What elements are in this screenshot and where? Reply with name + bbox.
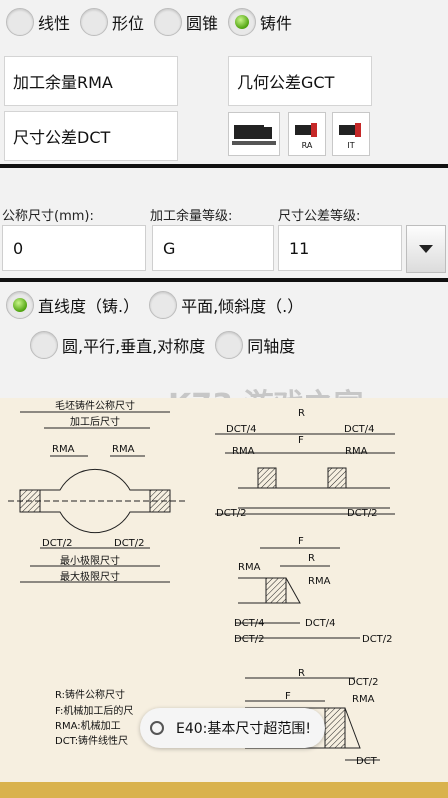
legend-r: R:铸件公称尺寸 — [55, 688, 125, 701]
label-dct4-mid-right: DCT/4 — [305, 618, 336, 629]
straightness-option[interactable]: 直线度（铸.） — [6, 291, 139, 319]
ra-tool-icon — [295, 122, 317, 137]
label-after-machining: 加工后尺寸 — [70, 415, 120, 428]
label-f-bottom: F — [285, 691, 291, 702]
it-tool-icon — [339, 122, 361, 137]
label-dct2-mid-right: DCT/2 — [362, 634, 393, 645]
label-min-limit: 最小极限尺寸 — [60, 554, 120, 567]
label-blank-nominal: 毛坯铸件公称尺寸 — [55, 399, 135, 412]
tab-label: 铸件 — [260, 14, 293, 33]
legend-rma: RMA:机械加工 — [55, 719, 121, 732]
divider — [0, 164, 448, 168]
tolerance-grade-dropdown[interactable] — [406, 225, 446, 273]
label-dct2-mid-left: DCT/2 — [234, 634, 265, 645]
flatness-option[interactable]: 平面,倾斜度（.） — [149, 291, 303, 319]
label-dct2-top-left: DCT/2 — [216, 508, 247, 519]
computer-icon — [232, 125, 276, 145]
app-icon — [150, 721, 164, 735]
label-r-bottom: R — [298, 668, 305, 679]
radio-indicator — [6, 8, 34, 36]
label-r-top: R — [298, 408, 305, 419]
radio-indicator — [30, 331, 58, 359]
legend-dct: DCT:铸件线性尺 — [55, 734, 128, 747]
option-label: 平面,倾斜度（.） — [181, 297, 304, 316]
radio-indicator — [80, 8, 109, 36]
geometric-tolerance-button[interactable]: 几何公差GCT — [228, 56, 372, 106]
label-dct4-left: DCT/4 — [226, 424, 257, 435]
divider — [0, 278, 448, 282]
label-rma-left: RMA — [52, 444, 75, 455]
label-rma-mid-right: RMA — [308, 576, 331, 587]
label-dct4-mid-left: DCT/4 — [234, 618, 265, 629]
bottom-bar — [0, 782, 448, 798]
label-f-top: F — [298, 435, 304, 446]
roundness-option[interactable]: 圆,平行,垂直,对称度 — [30, 331, 205, 359]
label-rma-right: RMA — [112, 444, 135, 455]
option-label: 圆,平行,垂直,对称度 — [62, 337, 206, 356]
option-label: 直线度（铸.） — [38, 297, 140, 316]
label-rma-mid-left: RMA — [238, 562, 261, 573]
tab-form-position[interactable]: 形位 — [80, 8, 144, 36]
radio-indicator — [149, 291, 178, 319]
toast-message: E40:基本尺寸超范围! — [176, 721, 311, 737]
tab-label: 线性 — [38, 14, 71, 33]
label-f-mid: F — [298, 536, 304, 547]
tab-linear[interactable]: 线性 — [6, 8, 70, 36]
tab-cone[interactable]: 圆锥 — [154, 8, 218, 36]
label-dct2-left: DCT/2 — [42, 538, 73, 549]
dimensional-tolerance-button[interactable]: 尺寸公差DCT — [4, 111, 178, 161]
legend-f: F:机械加工后的尺 — [55, 704, 133, 717]
nominal-size-input[interactable]: 0 — [2, 225, 146, 271]
radio-indicator — [154, 8, 183, 36]
option-label: 同轴度 — [247, 337, 296, 356]
error-toast: E40:基本尺寸超范围! — [140, 708, 325, 748]
label-rma-top-left: RMA — [232, 446, 255, 457]
nominal-size-label: 公称尺寸(mm): — [2, 209, 94, 224]
coaxiality-option[interactable]: 同轴度 — [215, 331, 295, 359]
tolerance-grade-label: 尺寸公差等级: — [278, 209, 361, 224]
allowance-grade-input[interactable]: G — [152, 225, 274, 271]
tab-label: 形位 — [112, 14, 145, 33]
radio-indicator — [228, 8, 257, 36]
tolerance-type-row-2: 圆,平行,垂直,对称度 同轴度 — [30, 331, 305, 359]
label-r-mid: R — [308, 553, 315, 564]
tab-casting[interactable]: 铸件 — [228, 8, 292, 36]
tolerance-grade-button[interactable]: IT — [332, 112, 370, 156]
radio-indicator — [215, 331, 244, 359]
computer-button[interactable] — [228, 112, 280, 156]
label-dct2-top-right: DCT/2 — [347, 508, 378, 519]
tolerance-grade-input[interactable]: 11 — [278, 225, 402, 271]
label-dct4-right: DCT/4 — [344, 424, 375, 435]
roughness-button[interactable]: RA — [288, 112, 326, 156]
tab-label: 圆锥 — [186, 14, 219, 33]
label-dct-bottom: DCT — [356, 756, 378, 767]
allowance-grade-label: 加工余量等级: — [150, 209, 233, 224]
chevron-down-icon — [419, 245, 433, 253]
machining-allowance-button[interactable]: 加工余量RMA — [4, 56, 178, 106]
label-rma-bottom: RMA — [352, 694, 375, 705]
label-dct2-bottom: DCT/2 — [348, 677, 379, 688]
category-tabs: 线性 形位 圆锥 铸件 — [6, 8, 302, 36]
it-label: IT — [347, 140, 355, 150]
radio-indicator — [6, 291, 34, 319]
label-rma-top-right: RMA — [345, 446, 368, 457]
label-dct2-right: DCT/2 — [114, 538, 145, 549]
ra-label: RA — [301, 140, 313, 150]
label-max-limit: 最大极限尺寸 — [60, 570, 120, 583]
tolerance-type-row-1: 直线度（铸.） 平面,倾斜度（.） — [6, 291, 313, 319]
